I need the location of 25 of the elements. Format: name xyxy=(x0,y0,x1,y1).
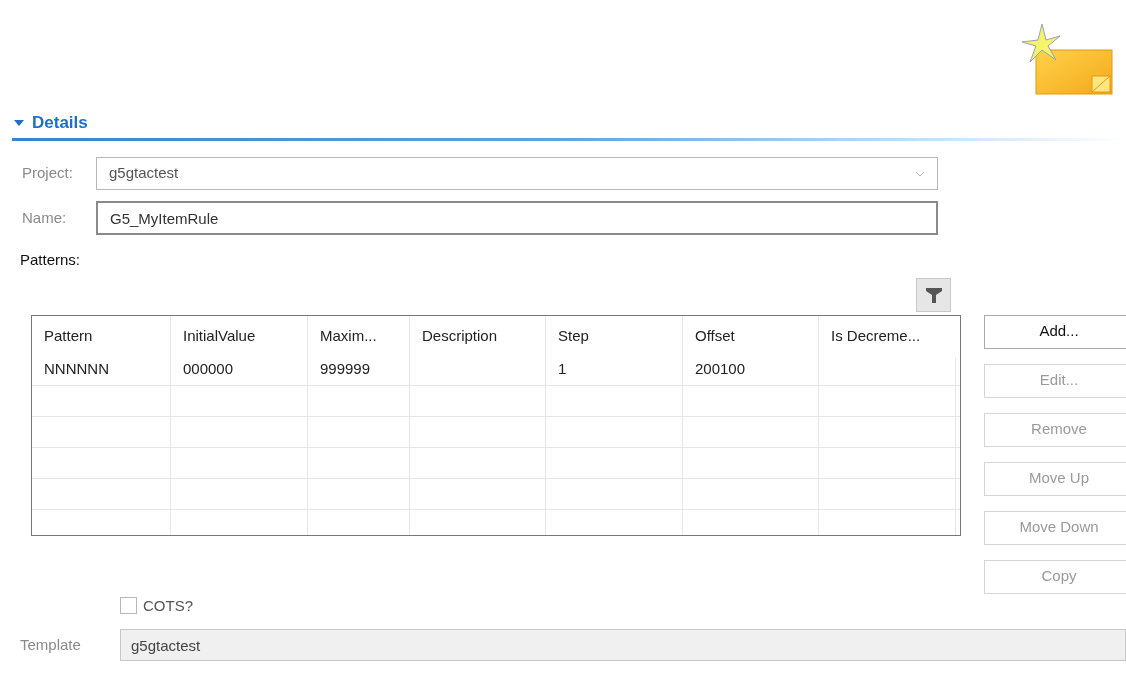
column-header[interactable]: Is Decreme... xyxy=(831,325,921,348)
patterns-label: Patterns: xyxy=(19,250,82,270)
action-button[interactable]: Add... xyxy=(984,314,1126,349)
table-cell-text: 200100 xyxy=(695,358,746,379)
column-header[interactable]: Offset xyxy=(695,325,735,348)
filter-button[interactable] xyxy=(916,277,951,312)
column-header[interactable]: Maxim... xyxy=(320,325,377,348)
checkbox-label: COTS? xyxy=(143,595,193,616)
section-header[interactable]: Details xyxy=(0,108,1126,138)
cots-checkbox[interactable] xyxy=(120,597,137,615)
field-label: Name: xyxy=(21,207,68,228)
field-label: Project: xyxy=(21,163,74,184)
filter-icon xyxy=(924,285,943,304)
section-title: Details xyxy=(32,112,88,135)
table-cell-text: NNNNNN xyxy=(44,358,109,379)
name-field[interactable]: G5_MyItemRule xyxy=(96,201,938,235)
column-header[interactable]: InitialValue xyxy=(183,325,256,348)
field-label: Template xyxy=(19,634,82,655)
table-cell-text: 999999 xyxy=(320,358,371,379)
new-rule-icon xyxy=(1020,22,1114,98)
column-header[interactable]: Step xyxy=(558,325,589,348)
column-header[interactable]: Pattern xyxy=(44,325,93,348)
table-cell-text: 000000 xyxy=(183,358,234,379)
column-header[interactable]: Description xyxy=(422,325,498,348)
table-cell-text: 1 xyxy=(558,358,567,379)
